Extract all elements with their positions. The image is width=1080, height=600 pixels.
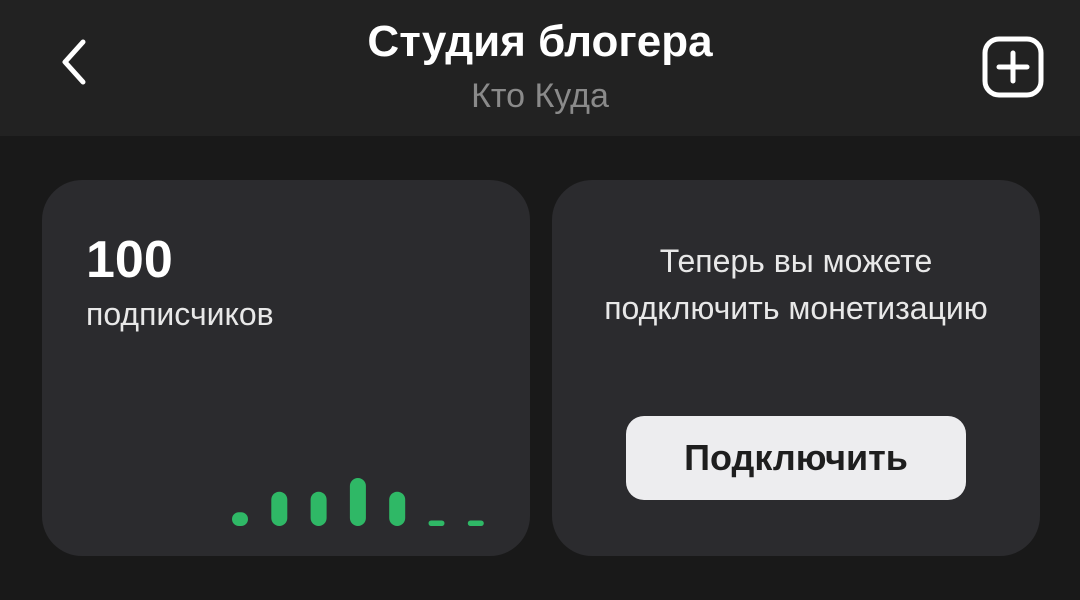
plus-square-icon xyxy=(982,36,1044,98)
chart-bar xyxy=(467,520,484,526)
chart-bar xyxy=(271,491,288,526)
chart-bar xyxy=(310,491,327,526)
chart-bar xyxy=(232,512,248,526)
monetization-text: Теперь вы можете подключить монетизацию xyxy=(604,243,988,326)
subscribers-mini-chart xyxy=(232,478,484,526)
add-button[interactable] xyxy=(980,34,1046,100)
blogger-studio-screen: Студия блогера Кто Куда 100 подписчиков … xyxy=(0,0,1080,600)
subscribers-count: 100 xyxy=(86,231,173,289)
chart-bar xyxy=(349,478,366,526)
header-bar: Студия блогера Кто Куда xyxy=(0,0,1080,136)
chart-bar xyxy=(428,520,445,526)
subscribers-card[interactable]: 100 подписчиков xyxy=(42,180,530,556)
page-subtitle: Кто Куда xyxy=(471,77,609,115)
page-title: Студия блогера xyxy=(367,17,713,66)
chart-bar xyxy=(389,491,406,526)
connect-button[interactable]: Подключить xyxy=(626,416,966,500)
subscribers-label: подписчиков xyxy=(86,296,274,332)
monetization-card: Теперь вы можете подключить монетизацию … xyxy=(552,180,1040,556)
